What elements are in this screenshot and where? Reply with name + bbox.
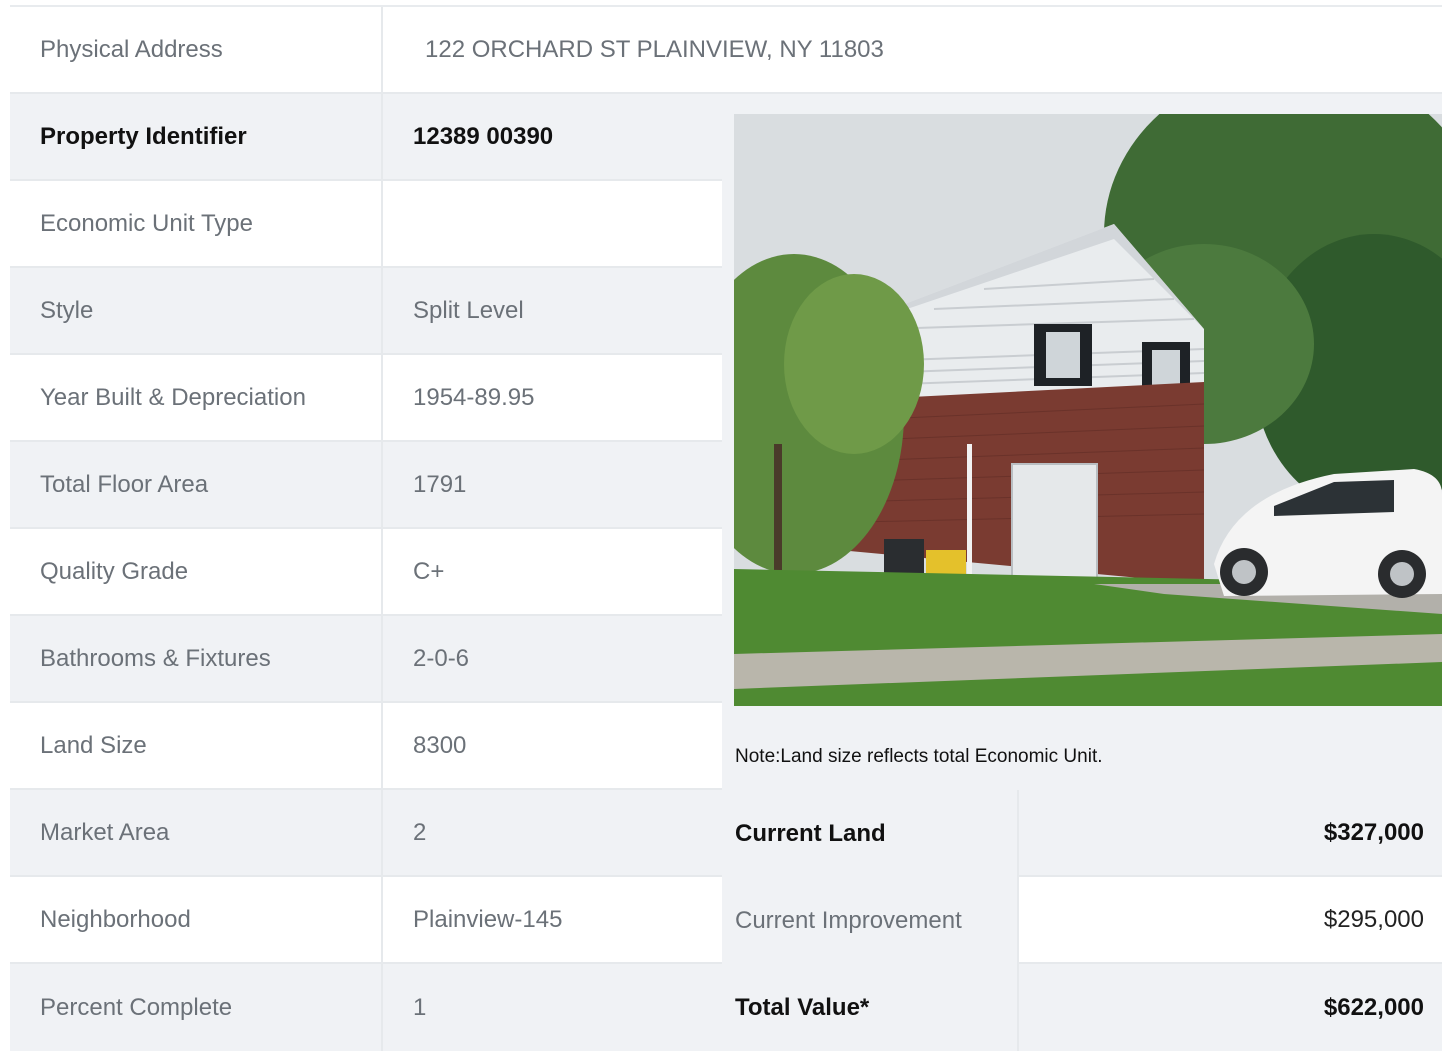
percent-complete-value: 1 <box>381 964 722 1051</box>
address-label: Physical Address <box>10 7 381 94</box>
current-improvement-label: Current Improvement <box>735 906 962 934</box>
quality-grade-value: C+ <box>381 529 722 616</box>
current-land-label: Current Land <box>735 819 886 847</box>
property-record-table: Physical Address 122 ORCHARD ST PLAINVIE… <box>10 5 1442 1051</box>
year-built-label: Year Built & Depreciation <box>10 355 381 442</box>
style-label: Style <box>10 268 381 355</box>
land-size-note: Note:Land size reflects total Economic U… <box>735 746 1103 767</box>
total-floor-area-value: 1791 <box>381 442 722 529</box>
percent-complete-label: Percent Complete <box>10 964 381 1051</box>
economic-unit-type-value <box>381 181 722 268</box>
land-size-value: 8300 <box>381 703 722 790</box>
property-identifier-label: Property Identifier <box>10 94 381 181</box>
total-value-label: Total Value* <box>735 993 870 1021</box>
neighborhood-label: Neighborhood <box>10 877 381 964</box>
total-value-amount: $622,000 <box>1017 964 1442 1051</box>
property-identifier-value: 12389 00390 <box>381 94 722 181</box>
neighborhood-value: Plainview-145 <box>381 877 722 964</box>
market-area-value: 2 <box>381 790 722 877</box>
total-floor-area-label: Total Floor Area <box>10 442 381 529</box>
current-improvement-value: $295,000 <box>1017 877 1442 964</box>
market-area-label: Market Area <box>10 790 381 877</box>
house-photo <box>734 114 1442 706</box>
land-size-label: Land Size <box>10 703 381 790</box>
economic-unit-type-label: Economic Unit Type <box>10 181 381 268</box>
bathrooms-value: 2-0-6 <box>381 616 722 703</box>
current-land-value: $327,000 <box>1017 790 1442 877</box>
bathrooms-label: Bathrooms & Fixtures <box>10 616 381 703</box>
photo-and-valuation-panel: Note:Land size reflects total Economic U… <box>722 94 1442 1051</box>
year-built-value: 1954-89.95 <box>381 355 722 442</box>
style-value: Split Level <box>381 268 722 355</box>
quality-grade-label: Quality Grade <box>10 529 381 616</box>
address-value: 122 ORCHARD ST PLAINVIEW, NY 11803 <box>381 7 1442 94</box>
